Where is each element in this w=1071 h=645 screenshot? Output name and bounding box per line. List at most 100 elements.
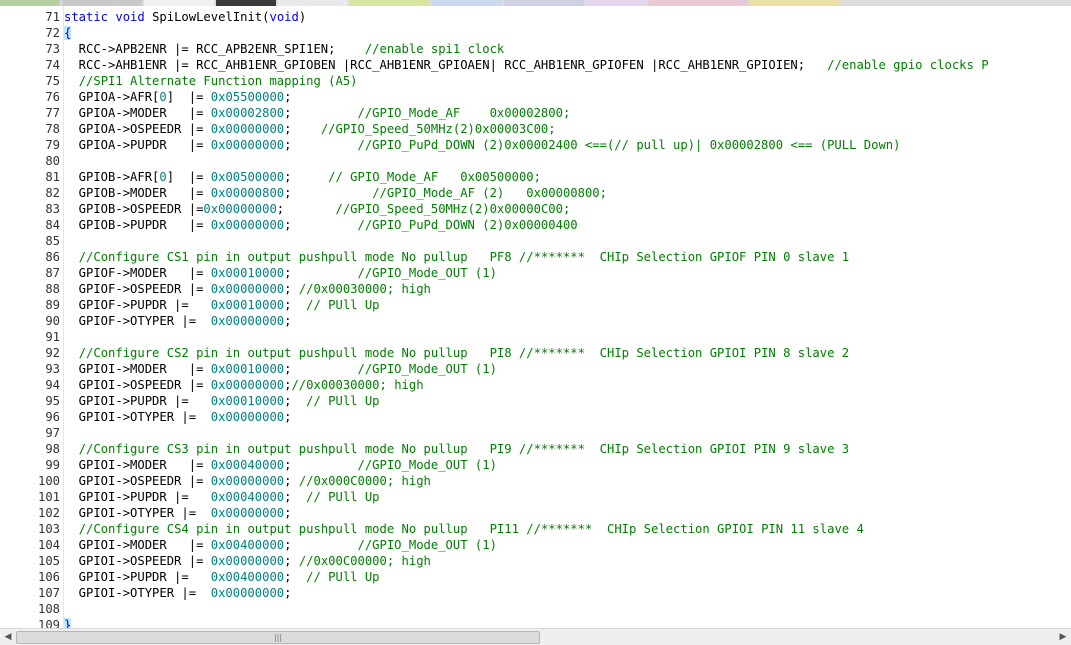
code-line[interactable]: 82 GPIOB->MODER |= 0x00000800; //GPIO_Mo…: [0, 185, 1071, 201]
code-line[interactable]: 76 GPIOA->AFR[0] |= 0x05500000;: [0, 89, 1071, 105]
number-token: 0x00000000: [210, 378, 285, 392]
line-number: 83: [45, 202, 60, 216]
code-token: GPIOI->PUPDR |=: [64, 570, 211, 584]
code-line[interactable]: 75 //SPI1 Alternate Function mapping (A5…: [0, 73, 1071, 89]
code-token: GPIOI->OTYPER |=: [64, 586, 211, 600]
code-token: ;: [284, 298, 307, 312]
code-line[interactable]: 99 GPIOI->MODER |= 0x00040000; //GPIO_Mo…: [0, 457, 1071, 473]
code-token: GPIOF->OSPEEDR |=: [64, 282, 211, 296]
code-token: ] |=: [166, 90, 211, 104]
code-token: ;: [284, 586, 292, 600]
code-text: GPIOA->MODER |= 0x00002800; //GPIO_Mode_…: [64, 105, 571, 121]
comment-token: //GPIO_Speed_50MHz(2)0x00003C00;: [320, 122, 556, 136]
code-line[interactable]: 71 static void SpiLowLevelInit(void): [0, 9, 1071, 25]
code-line[interactable]: 87 GPIOF->MODER |= 0x00010000; //GPIO_Mo…: [0, 265, 1071, 281]
comment-token: //GPIO_Speed_50MHz(2)0x00000C00;: [335, 202, 571, 216]
code-line[interactable]: 88 GPIOF->OSPEEDR |= 0x00000000; //0x000…: [0, 281, 1071, 297]
brace-token: }: [64, 618, 72, 628]
code-line[interactable]: 78 GPIOA->OSPEEDR |= 0x00000000; //GPIO_…: [0, 121, 1071, 137]
line-number: 101: [37, 490, 60, 504]
code-line[interactable]: 105 GPIOI->OSPEEDR |= 0x00000000; //0x00…: [0, 553, 1071, 569]
scrollbar-thumb[interactable]: |||: [16, 631, 540, 644]
code-line[interactable]: 108: [0, 601, 1071, 617]
code-line[interactable]: 98 //Configure CS3 pin in output pushpul…: [0, 441, 1071, 457]
number-token: 0: [159, 170, 167, 184]
line-number: 85: [45, 234, 60, 248]
code-line[interactable]: 106 GPIOI->PUPDR |= 0x00400000; // PUll …: [0, 569, 1071, 585]
code-token: GPIOI->MODER |=: [64, 362, 211, 376]
code-line[interactable]: 89 GPIOF->PUPDR |= 0x00010000; // PUll U…: [0, 297, 1071, 313]
code-token: GPIOB->OSPEEDR |=: [64, 202, 204, 216]
code-line[interactable]: 81 GPIOB->AFR[0] |= 0x00500000; // GPIO_…: [0, 169, 1071, 185]
code-line[interactable]: 109}: [0, 617, 1071, 628]
code-line[interactable]: 96 GPIOI->OTYPER |= 0x00000000;: [0, 409, 1071, 425]
code-line[interactable]: 93 GPIOI->MODER |= 0x00010000; //GPIO_Mo…: [0, 361, 1071, 377]
code-text: //Configure CS3 pin in output pushpull m…: [64, 441, 849, 457]
code-line[interactable]: 80: [0, 153, 1071, 169]
code-line[interactable]: 104 GPIOI->MODER |= 0x00400000; //GPIO_M…: [0, 537, 1071, 553]
scroll-left-button[interactable]: ◀: [0, 629, 16, 645]
code-line[interactable]: 74 RCC->AHB1ENR |= RCC_AHB1ENR_GPIOBEN |…: [0, 57, 1071, 73]
code-token: GPIOI->OTYPER |=: [64, 410, 211, 424]
code-line[interactable]: 84 GPIOB->PUPDR |= 0x00000000; //GPIO_Pu…: [0, 217, 1071, 233]
line-number: 78: [45, 122, 60, 136]
scroll-right-button[interactable]: ▶: [1055, 629, 1071, 645]
line-number: 72: [45, 26, 60, 40]
code-text: GPIOI->PUPDR |= 0x00010000; // PUll Up: [64, 393, 380, 409]
line-number: 94: [45, 378, 60, 392]
line-number: 105: [37, 554, 60, 568]
code-token: ;: [284, 186, 373, 200]
comment-token: // PUll Up: [306, 570, 380, 584]
code-line[interactable]: 72 {: [0, 25, 1071, 41]
code-token: ;: [284, 474, 299, 488]
code-line[interactable]: 79 GPIOA->PUPDR |= 0x00000000; //GPIO_Pu…: [0, 137, 1071, 153]
code-text: GPIOA->PUPDR |= 0x00000000; //GPIO_PuPd_…: [64, 137, 901, 153]
line-number: 107: [37, 586, 60, 600]
code-line[interactable]: 92 //Configure CS2 pin in output pushpul…: [0, 345, 1071, 361]
code-line[interactable]: 95 GPIOI->PUPDR |= 0x00010000; // PUll U…: [0, 393, 1071, 409]
code-line[interactable]: 86 //Configure CS1 pin in output pushpul…: [0, 249, 1071, 265]
code-token: GPIOI->MODER |=: [64, 458, 211, 472]
code-line[interactable]: 94 GPIOI->OSPEEDR |= 0x00000000;//0x0003…: [0, 377, 1071, 393]
code-text: }: [64, 617, 72, 628]
line-number: 81: [45, 170, 60, 184]
code-line[interactable]: 101 GPIOI->PUPDR |= 0x00040000; // PUll …: [0, 489, 1071, 505]
number-token: 0x00000000: [210, 282, 285, 296]
code-line[interactable]: 97: [0, 425, 1071, 441]
comment-token: //Configure CS4 pin in output pushpull m…: [78, 522, 864, 536]
code-token: ;: [284, 458, 358, 472]
code-editor[interactable]: 71 static void SpiLowLevelInit(void) 72 {73…: [0, 6, 1071, 628]
code-line[interactable]: 83 GPIOB->OSPEEDR |=0x00000000; //GPIO_S…: [0, 201, 1071, 217]
code-text: GPIOI->OTYPER |= 0x00000000;: [64, 585, 292, 601]
comment-token: //GPIO_Mode_OUT (1): [357, 266, 497, 280]
keyword-token: static: [64, 10, 109, 24]
line-number: 87: [45, 266, 60, 280]
code-text: GPIOA->OSPEEDR |= 0x00000000; //GPIO_Spe…: [64, 121, 556, 137]
code-line[interactable]: 91: [0, 329, 1071, 345]
code-token: GPIOI->PUPDR |=: [64, 394, 211, 408]
line-number: 88: [45, 282, 60, 296]
code-line[interactable]: 73 RCC->APB2ENR |= RCC_APB2ENR_SPI1EN; /…: [0, 41, 1071, 57]
code-text: //Configure CS2 pin in output pushpull m…: [64, 345, 849, 361]
code-token: GPIOB->PUPDR |=: [64, 218, 211, 232]
brace-token: {: [64, 26, 72, 40]
code-line[interactable]: 77 GPIOA->MODER |= 0x00002800; //GPIO_Mo…: [0, 105, 1071, 121]
comment-token: //0x000C0000; high: [298, 474, 431, 488]
code-text: GPIOF->MODER |= 0x00010000; //GPIO_Mode_…: [64, 265, 497, 281]
horizontal-scrollbar[interactable]: ◀ ||| ▶: [0, 628, 1071, 645]
code-line[interactable]: 90 GPIOF->OTYPER |= 0x00000000;: [0, 313, 1071, 329]
number-token: 0x00000800: [210, 186, 285, 200]
code-text: GPIOI->PUPDR |= 0x00400000; // PUll Up: [64, 569, 380, 585]
code-token: ;: [284, 394, 307, 408]
code-token: ;: [284, 282, 299, 296]
code-line[interactable]: 100 GPIOI->OSPEEDR |= 0x00000000; //0x00…: [0, 473, 1071, 489]
comment-token: // PUll Up: [306, 490, 380, 504]
number-token: 0x00000000: [210, 410, 285, 424]
number-token: 0x00000000: [210, 586, 285, 600]
code-line[interactable]: 107 GPIOI->OTYPER |= 0x00000000;: [0, 585, 1071, 601]
code-token: GPIOI->PUPDR |=: [64, 490, 211, 504]
code-line[interactable]: 85: [0, 233, 1071, 249]
code-line[interactable]: 103 //Configure CS4 pin in output pushpu…: [0, 521, 1071, 537]
code-line[interactable]: 102 GPIOI->OTYPER |= 0x00000000;: [0, 505, 1071, 521]
